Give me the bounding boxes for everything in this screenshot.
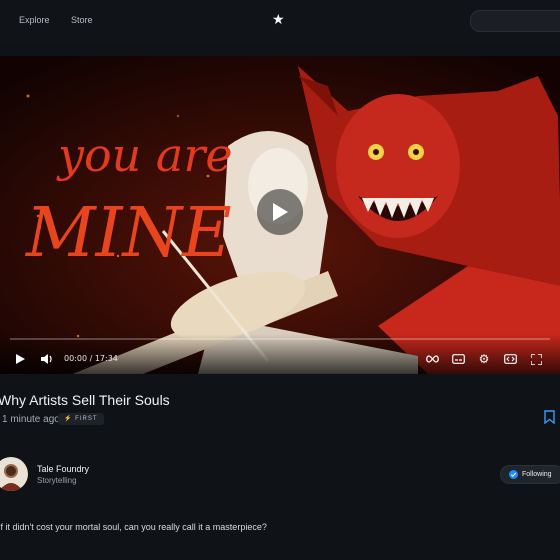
nav-explore[interactable]: Explore: [19, 15, 50, 25]
post-age: 1 minute ago: [2, 414, 60, 425]
settings-button[interactable]: ⚙: [477, 352, 491, 366]
volume-icon: [41, 354, 52, 364]
embed-button[interactable]: [503, 352, 517, 366]
star-logo-icon[interactable]: ★: [272, 11, 285, 28]
search-input[interactable]: [471, 11, 560, 33]
time-readout: 00:00 / 17:34: [64, 354, 118, 363]
play-icon: [273, 203, 288, 221]
captions-button[interactable]: [451, 352, 465, 366]
bolt-icon: ⚡: [64, 416, 73, 422]
channel-name[interactable]: Tale Foundry: [37, 464, 89, 474]
bookmark-icon[interactable]: [544, 410, 555, 424]
following-button[interactable]: Following: [500, 465, 560, 484]
player-controls: 00:00 / 17:34 ⚙: [0, 334, 560, 374]
channel-avatar[interactable]: [0, 457, 28, 491]
channel-category: Storytelling: [37, 476, 77, 485]
captions-icon: [451, 354, 465, 364]
play-overlay-button[interactable]: [257, 189, 303, 235]
search-field[interactable]: [470, 10, 560, 33]
thumbnail-text-bottom: MINE: [24, 194, 232, 273]
top-nav: Explore Store ★: [0, 0, 560, 42]
badge-label: FIRST: [75, 416, 98, 422]
fullscreen-button[interactable]: [529, 352, 543, 366]
following-label: Following: [522, 471, 552, 478]
loop-icon: [425, 355, 439, 363]
embed-icon: [503, 354, 517, 364]
check-badge-icon: [509, 470, 518, 479]
play-icon: [15, 354, 25, 364]
loop-button[interactable]: [425, 352, 439, 366]
post-description: If it didn't cost your mortal soul, can …: [0, 522, 267, 532]
first-badge: ⚡ FIRST: [58, 413, 104, 425]
avatar-image: [0, 457, 28, 491]
fullscreen-icon: [530, 353, 542, 365]
volume-button[interactable]: [40, 352, 54, 366]
video-title: Why Artists Sell Their Souls: [0, 392, 170, 408]
thumbnail-text-top: you are: [56, 128, 233, 182]
play-button[interactable]: [13, 352, 27, 366]
video-player[interactable]: you are MINE 00:00 / 17:34 ⚙: [0, 56, 560, 374]
progress-bar[interactable]: [10, 338, 550, 340]
nav-store[interactable]: Store: [71, 15, 93, 25]
gear-icon: ⚙: [478, 352, 490, 366]
